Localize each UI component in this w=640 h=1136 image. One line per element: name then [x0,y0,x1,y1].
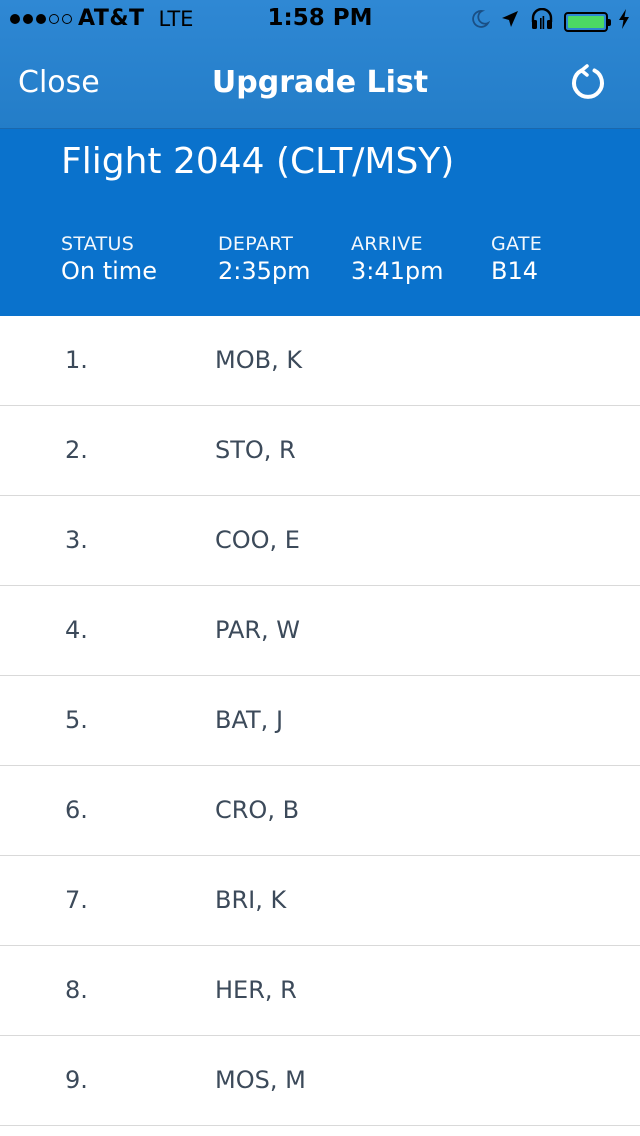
list-item: 5. BAT, J [0,676,640,766]
arrive-label: ARRIVE [351,233,423,255]
passenger-name: MOS, M [215,1066,306,1094]
passenger-name: CRO, B [215,796,300,824]
passenger-name: MOB, K [215,346,303,374]
flight-title: Flight 2044 (CLT/MSY) [61,141,455,182]
rank-number: 7. [65,886,88,914]
refresh-button[interactable] [568,62,608,102]
refresh-icon [572,64,604,99]
passenger-name: STO, R [215,436,296,464]
rank-number: 5. [65,706,88,734]
status-label: STATUS [61,233,135,255]
list-item: 2. STO, R [0,406,640,496]
list-item: 6. CRO, B [0,766,640,856]
list-item: 9. MOS, M [0,1036,640,1126]
list-item: 4. PAR, W [0,586,640,676]
rank-number: 3. [65,526,88,554]
depart-info: DEPART 2:35pm [218,233,311,285]
list-item: 3. COO, E [0,496,640,586]
battery-tip [608,19,611,26]
rank-number: 6. [65,796,88,824]
list-item: 8. HER, R [0,946,640,1036]
rank-number: 4. [65,616,88,644]
list-item: 7. BRI, K [0,856,640,946]
flight-info-panel: Flight 2044 (CLT/MSY) STATUS On time DEP… [0,129,640,316]
rank-number: 1. [65,346,88,374]
rank-number: 2. [65,436,88,464]
charging-bolt-icon [618,9,630,35]
depart-label: DEPART [218,233,294,255]
status-value: On time [61,257,157,285]
rank-number: 8. [65,976,88,1004]
navigation-bar: Close Upgrade List [0,40,640,128]
gate-info: GATE B14 [491,233,542,285]
passenger-name: COO, E [215,526,300,554]
rank-number: 9. [65,1066,88,1094]
passenger-name: PAR, W [215,616,301,644]
passenger-name: BRI, K [215,886,287,914]
header: AT&T LTE 1:58 PM Close Upgrade List [0,0,640,129]
location-arrow-icon [500,9,520,35]
status-info: STATUS On time [61,233,157,285]
battery-level-fill [568,16,604,28]
status-bar: AT&T LTE 1:58 PM [0,0,640,40]
moon-icon [470,9,491,35]
passenger-name: HER, R [215,976,297,1004]
passenger-name: BAT, J [215,706,284,734]
arrive-time: 3:41pm [351,257,444,285]
depart-time: 2:35pm [218,257,311,285]
list-item: 1. MOB, K [0,316,640,406]
page-title: Upgrade List [211,65,429,100]
upgrade-list: 1. MOB, K 2. STO, R 3. COO, E 4. PAR, W … [0,316,640,1126]
gate-value: B14 [491,257,539,285]
gate-label: GATE [491,233,543,255]
status-bar-right [470,7,630,36]
headphones-icon [530,7,554,36]
battery-icon [564,12,611,32]
arrive-info: ARRIVE 3:41pm [351,233,444,285]
